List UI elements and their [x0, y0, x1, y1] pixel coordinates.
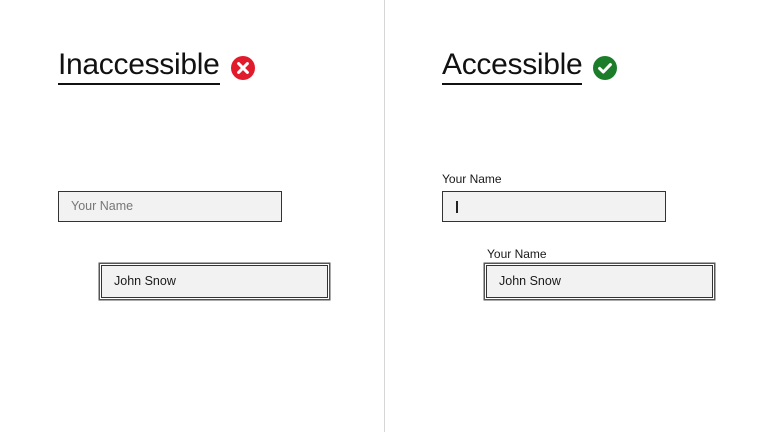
right-heading: Accessible [442, 48, 618, 85]
name-input-labeled[interactable] [442, 191, 666, 222]
name-input-value: John Snow [114, 274, 176, 288]
name-field-label: Your Name [487, 247, 547, 261]
check-icon [593, 55, 618, 80]
panel-divider [384, 0, 385, 432]
error-x-icon [230, 55, 255, 80]
name-input-placeholder-only[interactable]: Your Name [58, 191, 282, 222]
name-input-labeled-filled[interactable]: John Snow [486, 265, 713, 298]
right-heading-text: Accessible [442, 48, 583, 85]
left-heading-text: Inaccessible [58, 48, 220, 85]
name-input-filled-unlabeled[interactable]: John Snow [101, 265, 328, 298]
name-field-label: Your Name [442, 172, 502, 186]
name-input-placeholder: Your Name [71, 199, 134, 213]
left-heading: Inaccessible [58, 48, 255, 85]
text-cursor [456, 201, 458, 213]
name-input-value: John Snow [499, 274, 561, 288]
comparison-canvas: Inaccessible Your Name John Snow Accessi… [0, 0, 768, 432]
